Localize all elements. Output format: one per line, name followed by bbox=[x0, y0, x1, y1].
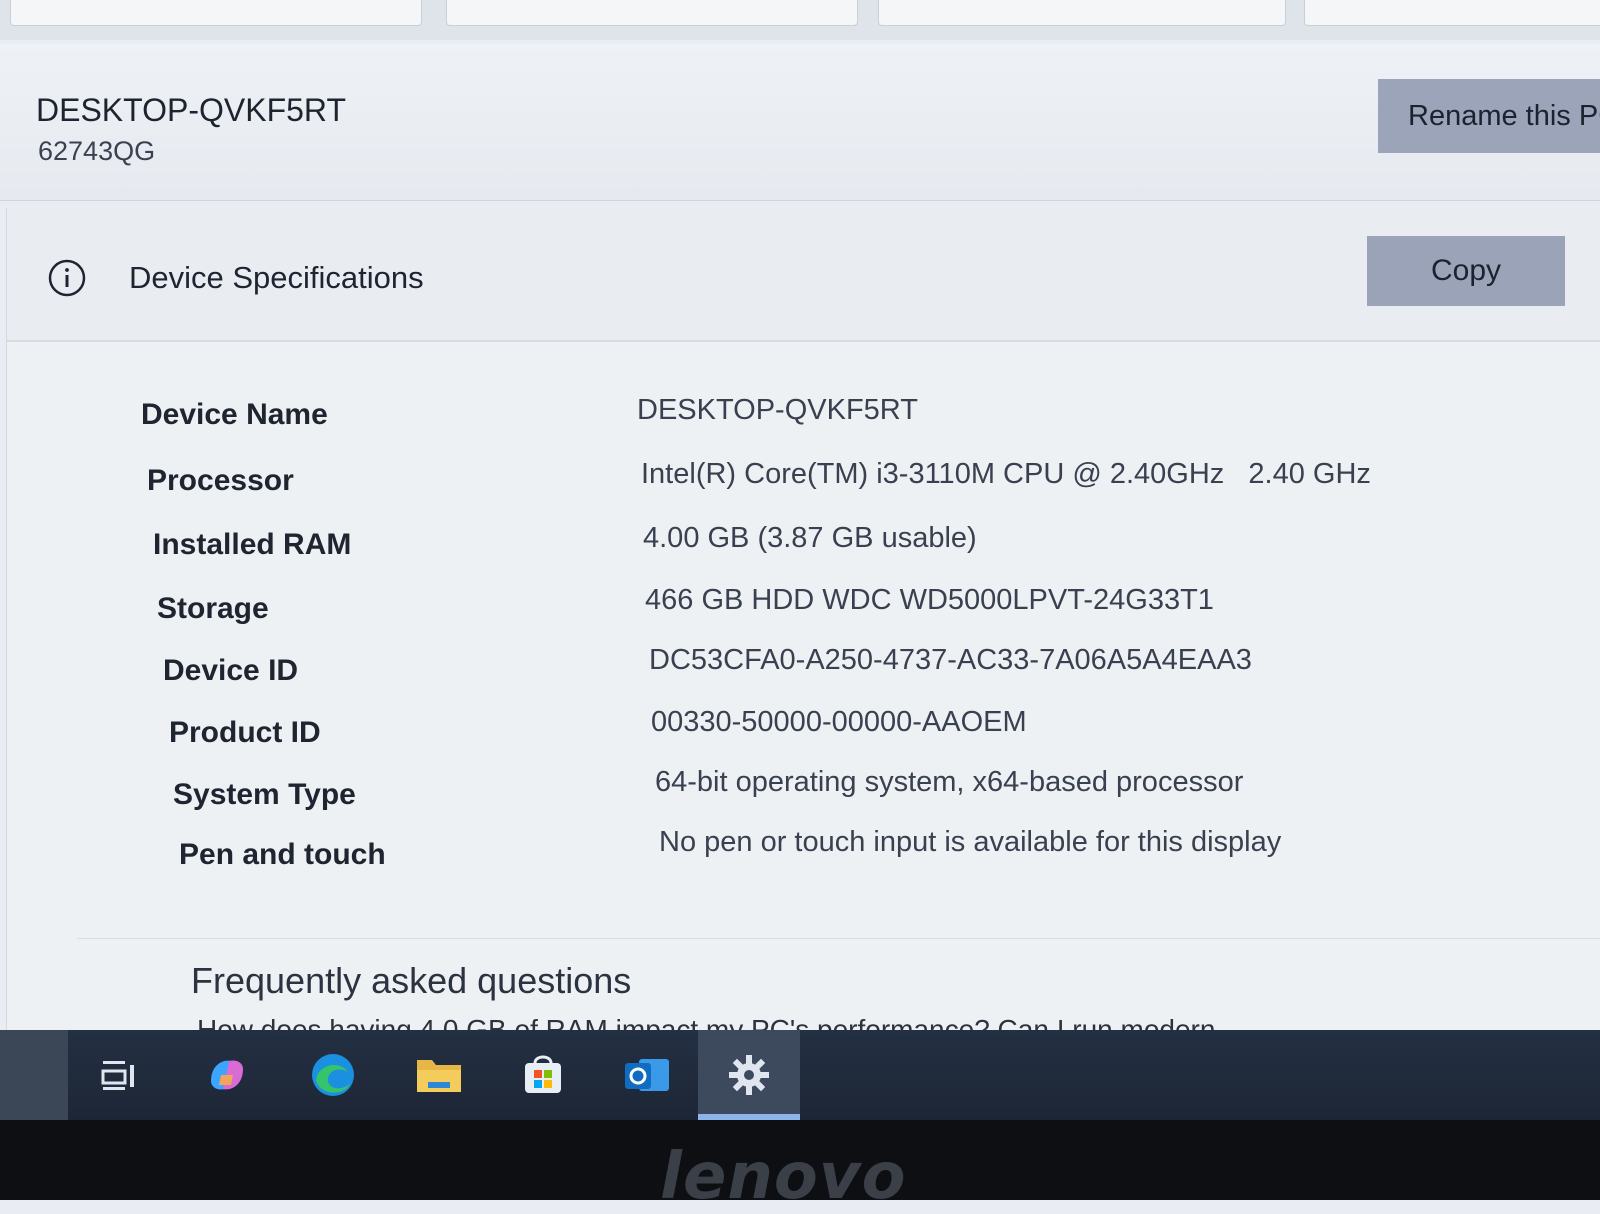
faq-divider bbox=[77, 938, 1600, 939]
top-card-strip bbox=[0, 0, 1600, 40]
spec-label: Storage bbox=[157, 592, 269, 625]
spec-label: Pen and touch bbox=[179, 838, 386, 871]
file-explorer-icon[interactable] bbox=[412, 1048, 466, 1102]
pc-header-panel: DESKTOP-QVKF5RT 62743QG Rename this PC bbox=[0, 44, 1600, 201]
spec-value: 466 GB HDD WDC WD5000LPVT-24G33T1 bbox=[645, 584, 1214, 616]
info-icon bbox=[48, 259, 86, 297]
spec-value: DC53CFA0-A250-4737-AC33-7A06A5A4EAA3 bbox=[649, 644, 1252, 676]
copilot-icon[interactable] bbox=[200, 1048, 254, 1102]
spec-label: Device Name bbox=[141, 398, 328, 431]
device-specifications-panel: Device Specifications Copy Device Name D… bbox=[6, 208, 1600, 1040]
brand-logo: lenovo bbox=[660, 1140, 907, 1214]
spec-value: Intel(R) Core(TM) i3-3110M CPU @ 2.40GHz… bbox=[641, 458, 1371, 490]
device-specifications-title: Device Specifications bbox=[129, 260, 424, 295]
widgets-button[interactable] bbox=[0, 1030, 68, 1120]
settings-icon[interactable] bbox=[722, 1048, 776, 1102]
task-view-icon[interactable] bbox=[92, 1048, 146, 1102]
spec-value: 64-bit operating system, x64-based proce… bbox=[655, 766, 1244, 798]
device-specifications-header[interactable]: Device Specifications Copy bbox=[7, 208, 1600, 342]
spec-label: System Type bbox=[173, 778, 356, 811]
rename-pc-button[interactable]: Rename this PC bbox=[1378, 79, 1600, 153]
spec-label: Product ID bbox=[169, 716, 321, 749]
top-card[interactable] bbox=[446, 0, 858, 26]
spec-label: Device ID bbox=[163, 654, 299, 687]
spec-value: No pen or touch input is available for t… bbox=[659, 826, 1282, 858]
spec-value: 4.00 GB (3.87 GB usable) bbox=[643, 522, 977, 554]
outlook-icon[interactable] bbox=[620, 1048, 674, 1102]
copy-button[interactable]: Copy bbox=[1367, 236, 1565, 306]
spec-value: DESKTOP-QVKF5RT bbox=[637, 394, 918, 426]
top-card[interactable] bbox=[10, 0, 422, 26]
edge-icon[interactable] bbox=[306, 1048, 360, 1102]
pc-model: 62743QG bbox=[38, 136, 156, 166]
faq-title: Frequently asked questions bbox=[191, 960, 632, 1001]
pc-name: DESKTOP-QVKF5RT bbox=[36, 92, 346, 128]
spec-label: Installed RAM bbox=[153, 528, 352, 561]
microsoft-store-icon[interactable] bbox=[516, 1048, 570, 1102]
taskbar bbox=[0, 1030, 1600, 1120]
top-card[interactable] bbox=[878, 0, 1286, 26]
spec-value: 00330-50000-00000-AAOEM bbox=[651, 706, 1027, 738]
top-card[interactable] bbox=[1304, 0, 1600, 26]
spec-label: Processor bbox=[147, 464, 294, 497]
